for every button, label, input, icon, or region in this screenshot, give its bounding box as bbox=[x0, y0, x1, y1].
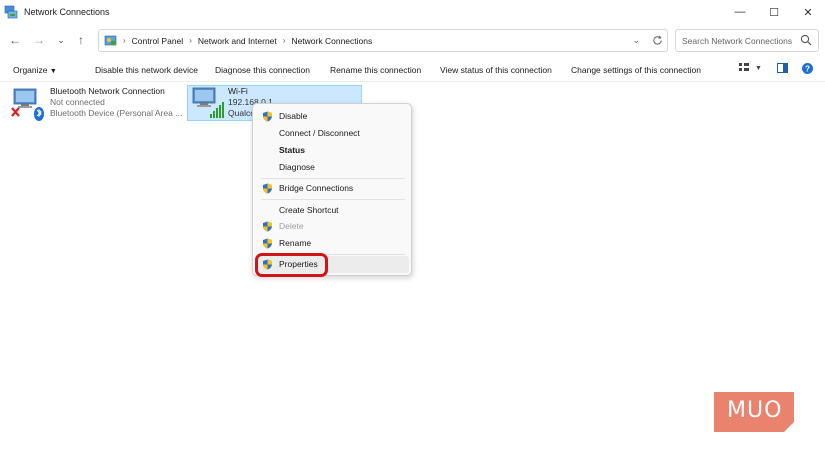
context-menu: Disable Connect / Disconnect Status Diag… bbox=[252, 103, 412, 276]
breadcrumb-separator-icon: › bbox=[189, 36, 192, 45]
menu-item-create-shortcut[interactable]: Create Shortcut bbox=[257, 202, 409, 219]
breadcrumb-control-panel[interactable]: Control Panel bbox=[132, 36, 184, 46]
menu-item-status[interactable]: Status bbox=[257, 142, 409, 159]
change-settings-button[interactable]: Change settings of this connection bbox=[571, 65, 701, 75]
control-panel-icon bbox=[104, 35, 117, 45]
recent-locations-button[interactable]: ⌄ bbox=[50, 29, 72, 51]
menu-item-diagnose[interactable]: Diagnose bbox=[257, 159, 409, 176]
breadcrumb-network-connections[interactable]: Network Connections bbox=[291, 36, 372, 46]
close-button[interactable]: ✕ bbox=[791, 0, 825, 24]
minimize-button[interactable]: — bbox=[723, 0, 757, 24]
uac-shield-icon bbox=[263, 238, 272, 249]
help-icon: ? bbox=[802, 63, 813, 74]
uac-shield-icon bbox=[263, 221, 272, 232]
menu-item-label: Bridge Connections bbox=[279, 183, 354, 193]
menu-item-label: Diagnose bbox=[279, 162, 315, 172]
svg-text:?: ? bbox=[805, 64, 810, 73]
dropdown-caret-icon: ▼ bbox=[49, 68, 57, 75]
back-button[interactable]: ← bbox=[4, 29, 26, 51]
network-connections-icon bbox=[4, 5, 18, 19]
view-status-button[interactable]: View status of this connection bbox=[440, 65, 552, 75]
breadcrumb-network-and-internet[interactable]: Network and Internet bbox=[198, 36, 277, 46]
breadcrumb-separator-icon: › bbox=[282, 36, 286, 45]
rename-connection-button[interactable]: Rename this connection bbox=[330, 65, 421, 75]
preview-pane-icon bbox=[777, 63, 788, 73]
view-dropdown-caret-icon: ▼ bbox=[755, 64, 762, 72]
search-icon bbox=[800, 34, 812, 46]
refresh-icon[interactable] bbox=[652, 35, 663, 46]
up-button[interactable]: ↑ bbox=[70, 29, 92, 51]
menu-item-label: Disable bbox=[279, 111, 308, 121]
menu-item-label: Connect / Disconnect bbox=[279, 128, 360, 138]
menu-item-label: Rename bbox=[279, 238, 312, 248]
properties-highlight-annotation bbox=[255, 253, 328, 277]
command-bar: Organize ▼ Disable this network device D… bbox=[0, 60, 825, 82]
connection-status: Not connected bbox=[50, 97, 105, 107]
window-controls: — ☐ ✕ bbox=[723, 0, 825, 24]
forward-button[interactable]: → bbox=[28, 29, 50, 51]
help-button[interactable]: ? bbox=[802, 63, 813, 74]
view-options-icon bbox=[739, 63, 749, 71]
preview-pane-button[interactable] bbox=[777, 63, 788, 73]
menu-item-connect-disconnect[interactable]: Connect / Disconnect bbox=[257, 125, 409, 142]
search-input[interactable]: Search Network Connections bbox=[675, 29, 819, 52]
search-placeholder: Search Network Connections bbox=[682, 35, 793, 46]
muo-watermark-text: MUO bbox=[727, 398, 783, 423]
bluetooth-network-icon bbox=[10, 86, 46, 121]
organize-button[interactable]: Organize ▼ bbox=[13, 65, 57, 75]
connection-name: Wi-Fi bbox=[228, 86, 248, 96]
bluetooth-connection-item[interactable]: Bluetooth Network Connection Not connect… bbox=[10, 86, 183, 121]
menu-item-label: Status bbox=[279, 145, 305, 155]
address-row: ← → ⌄ ↑ › Control Panel › Network and In… bbox=[0, 26, 825, 56]
up-arrow-icon: ↑ bbox=[78, 33, 84, 47]
uac-shield-icon bbox=[263, 111, 272, 122]
uac-shield-icon bbox=[263, 183, 272, 194]
menu-separator bbox=[261, 178, 405, 179]
connection-name: Bluetooth Network Connection bbox=[50, 86, 165, 96]
menu-item-bridge-connections[interactable]: Bridge Connections bbox=[257, 180, 409, 197]
maximize-button[interactable]: ☐ bbox=[757, 0, 791, 24]
disable-device-button[interactable]: Disable this network device bbox=[95, 65, 198, 75]
breadcrumb-separator-icon: › bbox=[123, 36, 126, 45]
menu-item-label: Delete bbox=[279, 221, 304, 231]
change-view-button[interactable]: ▼ bbox=[739, 63, 762, 73]
window-title: Network Connections bbox=[24, 7, 110, 17]
diagnose-connection-button[interactable]: Diagnose this connection bbox=[215, 65, 310, 75]
wifi-network-icon bbox=[190, 86, 226, 120]
menu-item-rename[interactable]: Rename bbox=[257, 235, 409, 252]
address-dropdown-chevron-icon[interactable]: ⌄ bbox=[632, 35, 640, 46]
menu-item-disable[interactable]: Disable bbox=[257, 108, 409, 125]
title-bar: Network Connections — ☐ ✕ bbox=[0, 0, 825, 24]
chevron-down-icon: ⌄ bbox=[57, 34, 65, 45]
back-arrow-icon: ← bbox=[9, 33, 21, 47]
forward-arrow-icon: → bbox=[33, 33, 45, 47]
address-bar[interactable]: › Control Panel › Network and Internet ›… bbox=[98, 29, 668, 52]
menu-item-label: Create Shortcut bbox=[279, 205, 339, 215]
menu-item-delete: Delete bbox=[257, 218, 409, 235]
organize-label: Organize bbox=[13, 65, 48, 75]
menu-separator bbox=[261, 199, 405, 200]
connection-device: Bluetooth Device (Personal Area ... bbox=[50, 108, 183, 118]
